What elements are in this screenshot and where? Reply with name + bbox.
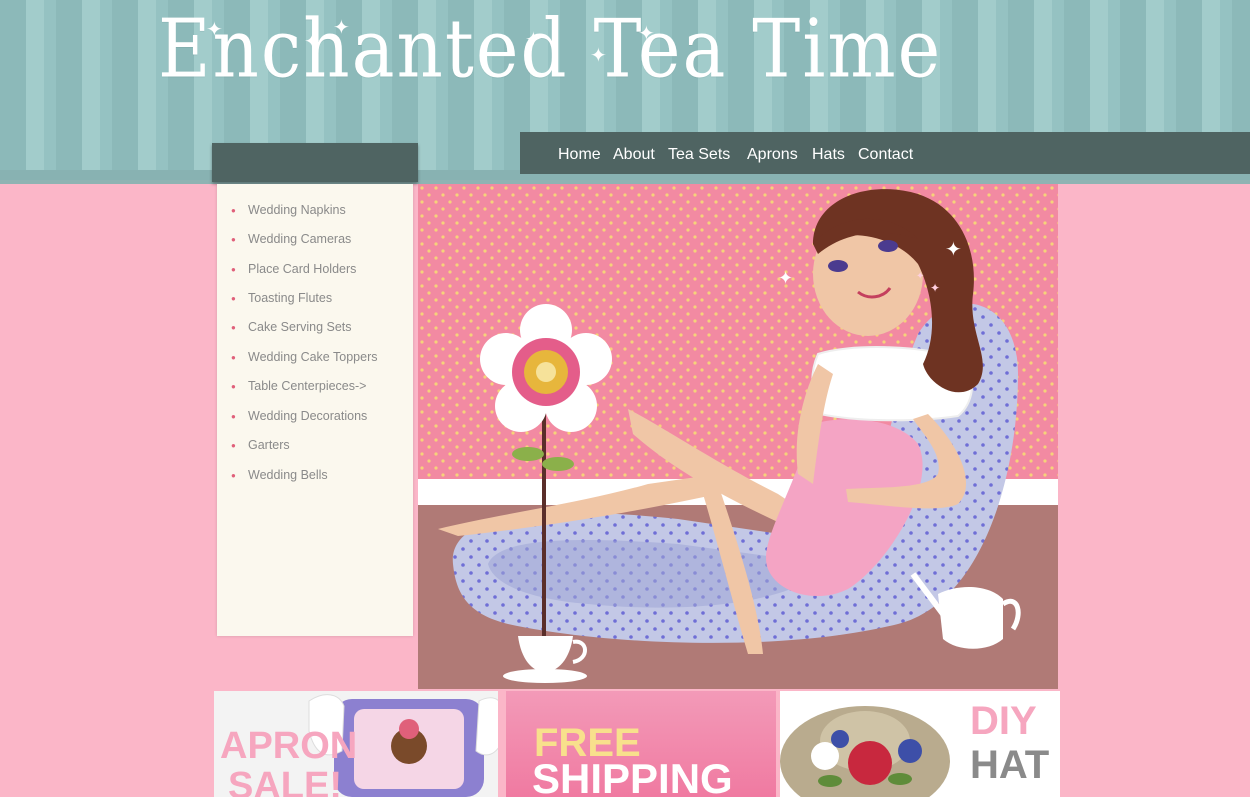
sidebar-item-garters[interactable]: ● Garters bbox=[231, 435, 290, 455]
sidebar-item-table-centerpieces[interactable]: ● Table Centerpieces-> bbox=[231, 376, 366, 396]
sidebar-item-label: Wedding Decorations bbox=[248, 409, 368, 423]
sidebar-item-wedding-cake-toppers[interactable]: ● Wedding Cake Toppers bbox=[231, 347, 377, 367]
sparkle-icon: ✦ bbox=[525, 29, 542, 51]
nav-contact[interactable]: Contact bbox=[858, 146, 913, 164]
sidebar-item-label: Wedding Cameras bbox=[248, 232, 352, 246]
svg-text:✦: ✦ bbox=[930, 281, 940, 295]
sidebar-item-label: Wedding Bells bbox=[248, 468, 328, 482]
diy-hat-kits-banner[interactable]: DIY HAT bbox=[780, 691, 1060, 797]
sidebar-item-label: Table Centerpieces-> bbox=[248, 379, 367, 393]
sidebar-item-label: Garters bbox=[248, 438, 290, 452]
nav-tea-sets[interactable]: Tea Sets bbox=[668, 146, 730, 164]
sidebar-item-label: Toasting Flutes bbox=[248, 291, 333, 305]
sidebar-item-label: Cake Serving Sets bbox=[248, 320, 352, 334]
free-shipping-banner[interactable]: FREE SHIPPING bbox=[506, 691, 776, 797]
sidebar-item-place-card-holders[interactable]: ● Place Card Holders bbox=[231, 259, 356, 279]
bullet-icon: ● bbox=[231, 411, 236, 421]
diy-hat-line2: HAT bbox=[970, 743, 1050, 787]
apron-sale-line2: SALE! bbox=[228, 765, 342, 797]
sidebar-item-wedding-bells[interactable]: ● Wedding Bells bbox=[231, 465, 328, 485]
sidebar-menu: ● Wedding Napkins ● Wedding Cameras ● Place… bbox=[217, 184, 413, 636]
bullet-icon: ● bbox=[231, 264, 236, 274]
sidebar-item-label: Place Card Holders bbox=[248, 262, 357, 276]
sidebar-item-wedding-cameras[interactable]: ● Wedding Cameras bbox=[231, 229, 351, 249]
svg-text:✦: ✦ bbox=[778, 268, 793, 288]
sparkle-icon: ✦ bbox=[333, 17, 350, 39]
nav-aprons[interactable]: Aprons bbox=[747, 146, 798, 164]
sparkle-icon: ✦ bbox=[304, 31, 321, 53]
nav-about[interactable]: About bbox=[613, 146, 655, 164]
free-shipping-line2: SHIPPING bbox=[532, 755, 733, 797]
site-logo[interactable]: Enchanted Tea Time bbox=[158, 8, 942, 89]
hero-illustration: ✦ ✦ ✦ ✦ bbox=[418, 184, 1058, 689]
apron-sale-line1: APRON bbox=[220, 725, 358, 767]
sidebar-item-label: Wedding Napkins bbox=[248, 203, 346, 217]
sidebar-header-bar bbox=[212, 143, 418, 182]
nav-hats[interactable]: Hats bbox=[812, 146, 845, 164]
bullet-icon: ● bbox=[231, 440, 236, 450]
sidebar-item-toasting-flutes[interactable]: ● Toasting Flutes bbox=[231, 288, 332, 308]
bullet-icon: ● bbox=[231, 352, 236, 362]
diy-hat-line1: DIY bbox=[970, 699, 1037, 743]
bullet-icon: ● bbox=[231, 293, 236, 303]
bullet-icon: ● bbox=[231, 322, 236, 332]
bullet-icon: ● bbox=[231, 205, 236, 215]
sparkle-icon: ✦ bbox=[590, 45, 607, 67]
bullet-icon: ● bbox=[231, 470, 236, 480]
apron-sale-banner[interactable]: APRON SALE! bbox=[214, 691, 498, 797]
svg-text:✦: ✦ bbox=[945, 239, 962, 261]
sidebar-item-wedding-napkins[interactable]: ● Wedding Napkins bbox=[231, 200, 346, 220]
bullet-icon: ● bbox=[231, 234, 236, 244]
nav-home[interactable]: Home bbox=[558, 146, 601, 164]
main-nav: Home About Tea Sets Aprons Hats Contact bbox=[520, 132, 1250, 174]
sparkle-icon: ✦ bbox=[638, 23, 655, 45]
bullet-icon: ● bbox=[231, 381, 236, 391]
sidebar-item-label: Wedding Cake Toppers bbox=[248, 350, 378, 364]
sidebar-item-wedding-decorations[interactable]: ● Wedding Decorations bbox=[231, 406, 367, 426]
sidebar-item-cake-serving-sets[interactable]: ● Cake Serving Sets bbox=[231, 317, 352, 337]
svg-text:✦: ✦ bbox=[916, 271, 924, 282]
sparkle-icon: ✦ bbox=[206, 19, 223, 41]
